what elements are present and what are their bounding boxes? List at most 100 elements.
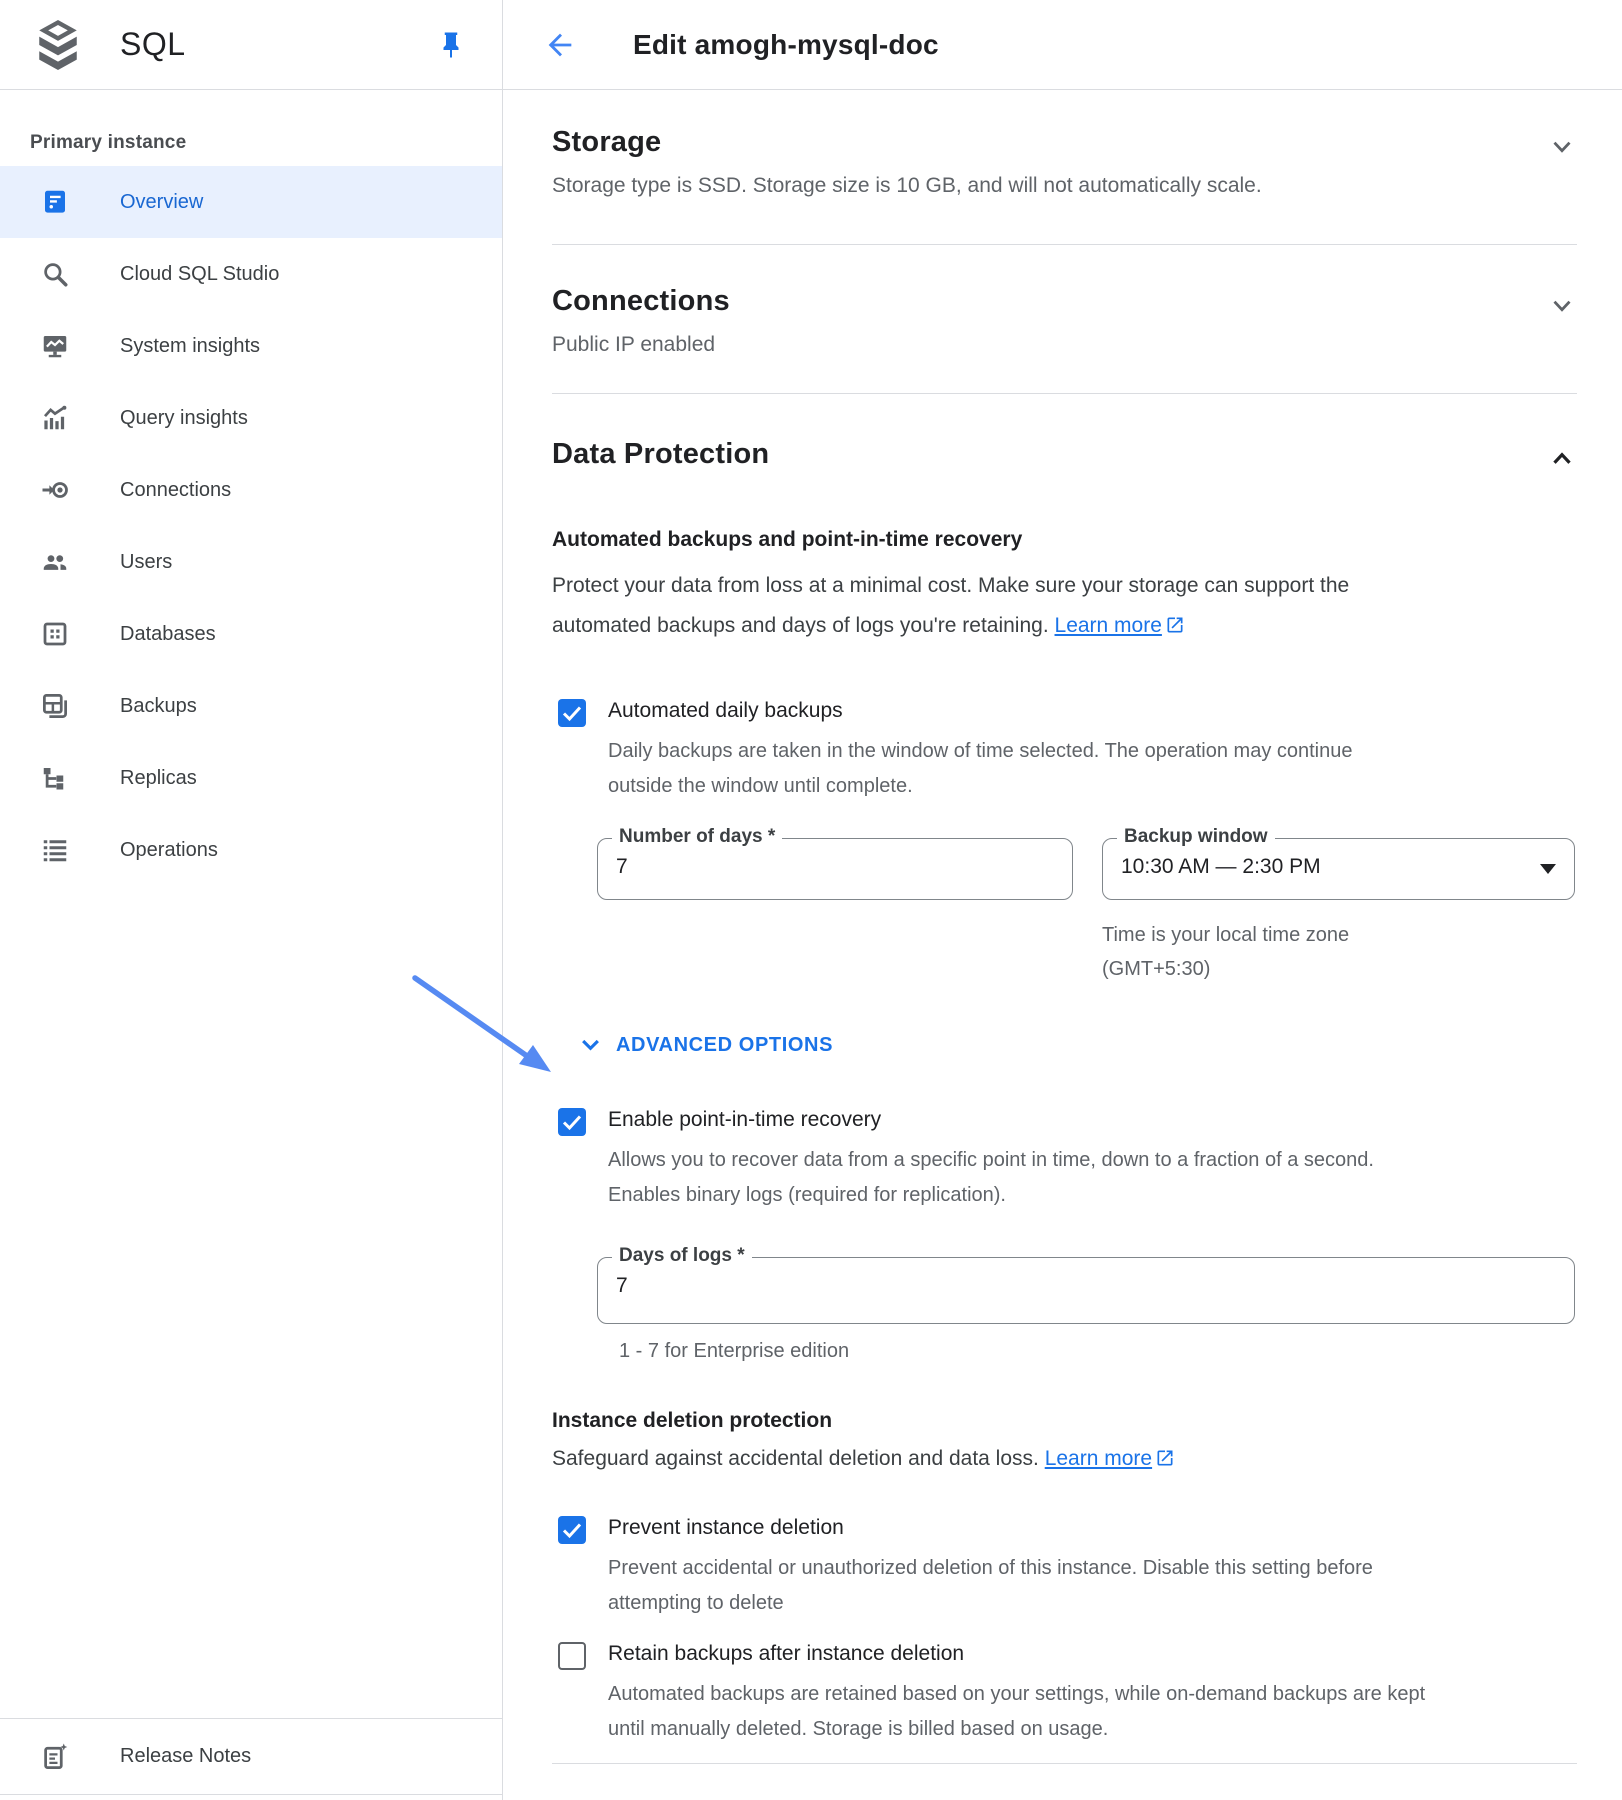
automated-backups-description: Protect your data from loss at a minimal… <box>552 566 1577 646</box>
prevent-instance-deletion-description: Prevent accidental or unauthorized delet… <box>608 1551 1373 1621</box>
page-title: Edit amogh-mysql-doc <box>633 29 939 61</box>
open-in-new-icon <box>1165 615 1185 635</box>
sidebar-item-label: Query insights <box>120 407 248 430</box>
operations-icon <box>40 835 70 865</box>
back-arrow-icon[interactable] <box>543 28 577 62</box>
open-in-new-icon <box>1155 1448 1175 1468</box>
checkmark-icon <box>558 1516 586 1544</box>
pin-icon[interactable] <box>436 30 466 60</box>
automated-backups-description-text: Protect your data from loss at a minimal… <box>552 574 1349 637</box>
automated-daily-backups-row: Automated daily backups Daily backups ar… <box>558 696 1577 804</box>
sidebar-item-operations[interactable]: Operations <box>0 814 502 886</box>
sidebar-item-overview[interactable]: Overview <box>0 166 502 238</box>
sidebar-item-label: Cloud SQL Studio <box>120 263 279 286</box>
connections-section-title: Connections <box>552 285 730 318</box>
backup-fields-row: Number of days * 7 Backup window 10:30 A… <box>597 838 1577 986</box>
days-of-logs-field[interactable]: Days of logs * 7 <box>597 1257 1575 1324</box>
main-panel: Edit amogh-mysql-doc Storage Storage typ… <box>503 0 1622 1800</box>
prevent-instance-deletion-label: Prevent instance deletion <box>608 1513 1373 1543</box>
advanced-options-label: ADVANCED OPTIONS <box>616 1034 833 1057</box>
point-in-time-recovery-checkbox[interactable] <box>558 1108 586 1136</box>
retain-backups-row: Retain backups after instance deletion A… <box>558 1639 1577 1747</box>
chevron-down-icon[interactable] <box>1547 132 1577 162</box>
query-insights-icon <box>40 403 70 433</box>
automated-daily-backups-label: Automated daily backups <box>608 696 1353 726</box>
learn-more-link[interactable]: Learn more <box>1045 1447 1152 1470</box>
chevron-up-icon[interactable] <box>1547 444 1577 474</box>
sidebar-item-backups[interactable]: Backups <box>0 670 502 742</box>
instance-deletion-protection-heading: Instance deletion protection <box>552 1409 1577 1433</box>
instance-deletion-protection-text: Safeguard against accidental deletion an… <box>552 1447 1039 1470</box>
sidebar-item-label: System insights <box>120 335 260 358</box>
sidebar-item-release-notes[interactable]: Release Notes <box>0 1718 502 1795</box>
sidebar-item-replicas[interactable]: Replicas <box>0 742 502 814</box>
point-in-time-recovery-label: Enable point-in-time recovery <box>608 1105 1374 1135</box>
users-icon <box>40 547 70 577</box>
prevent-instance-deletion-checkbox[interactable] <box>558 1516 586 1544</box>
sidebar-item-label: Databases <box>120 623 216 646</box>
section-storage: Storage Storage type is SSD. Storage siz… <box>552 90 1577 245</box>
point-in-time-recovery-row: Enable point-in-time recovery Allows you… <box>558 1105 1577 1213</box>
retain-backups-checkbox[interactable] <box>558 1642 586 1670</box>
sidebar-item-label: Overview <box>120 191 203 214</box>
backup-window-label: Backup window <box>1117 826 1275 848</box>
sidebar: SQL Primary instance Overview <box>0 0 503 1800</box>
backups-icon <box>40 691 70 721</box>
retain-backups-label: Retain backups after instance deletion <box>608 1639 1425 1669</box>
sidebar-header: SQL <box>0 0 502 90</box>
sidebar-nav: Overview Cloud SQL Studio System insight… <box>0 166 502 886</box>
backup-window-select[interactable]: Backup window 10:30 AM — 2:30 PM <box>1102 838 1575 900</box>
storage-section-title: Storage <box>552 126 661 159</box>
storage-summary: Storage type is SSD. Storage size is 10 … <box>552 174 1577 198</box>
sidebar-section-label: Primary instance <box>30 132 502 154</box>
sidebar-item-users[interactable]: Users <box>0 526 502 598</box>
overview-icon <box>40 187 70 217</box>
sidebar-item-query-insights[interactable]: Query insights <box>0 382 502 454</box>
sidebar-item-databases[interactable]: Databases <box>0 598 502 670</box>
page-header: Edit amogh-mysql-doc <box>503 0 1622 90</box>
automated-daily-backups-checkbox[interactable] <box>558 699 586 727</box>
point-in-time-recovery-description: Allows you to recover data from a specif… <box>608 1143 1374 1213</box>
dropdown-caret-icon <box>1540 864 1556 874</box>
databases-icon <box>40 619 70 649</box>
automated-daily-backups-description: Daily backups are taken in the window of… <box>608 734 1353 804</box>
chevron-down-icon[interactable] <box>1547 291 1577 321</box>
days-of-logs-helper: 1 - 7 for Enterprise edition <box>619 1340 1577 1363</box>
advanced-options-toggle[interactable]: ADVANCED OPTIONS <box>577 1032 1577 1059</box>
prevent-instance-deletion-row: Prevent instance deletion Prevent accide… <box>558 1513 1577 1621</box>
sidebar-item-label: Replicas <box>120 767 197 790</box>
sidebar-item-label: Users <box>120 551 172 574</box>
automated-backups-heading: Automated backups and point-in-time reco… <box>552 528 1577 552</box>
section-connections: Connections Public IP enabled <box>552 245 1577 394</box>
instance-deletion-protection-description: Safeguard against accidental deletion an… <box>552 1447 1577 1471</box>
sidebar-item-system-insights[interactable]: System insights <box>0 310 502 382</box>
backup-window-value: 10:30 AM — 2:30 PM <box>1121 855 1321 879</box>
checkmark-icon <box>558 1108 586 1136</box>
days-of-logs-label: Days of logs * <box>612 1245 752 1267</box>
learn-more-link[interactable]: Learn more <box>1055 614 1162 637</box>
search-icon <box>40 259 70 289</box>
edit-form: Storage Storage type is SSD. Storage siz… <box>503 90 1622 1764</box>
chevron-down-icon <box>577 1032 604 1059</box>
release-notes-icon <box>40 1742 70 1772</box>
data-protection-section-title: Data Protection <box>552 438 769 471</box>
number-of-days-label: Number of days * <box>612 826 782 848</box>
connections-icon <box>40 475 70 505</box>
sidebar-item-label: Release Notes <box>120 1745 251 1768</box>
checkmark-icon <box>558 699 586 727</box>
sidebar-item-connections[interactable]: Connections <box>0 454 502 526</box>
replicas-icon <box>40 763 70 793</box>
section-data-protection: Data Protection Automated backups and po… <box>552 394 1577 1764</box>
system-insights-icon <box>40 331 70 361</box>
number-of-days-field[interactable]: Number of days * 7 <box>597 838 1073 900</box>
timezone-note: Time is your local time zone (GMT+5:30) <box>1102 918 1575 986</box>
cloud-sql-edit-page: SQL Primary instance Overview <box>0 0 1622 1800</box>
sidebar-item-label: Connections <box>120 479 231 502</box>
sidebar-item-cloud-sql-studio[interactable]: Cloud SQL Studio <box>0 238 502 310</box>
sidebar-item-label: Operations <box>120 839 218 862</box>
connections-summary: Public IP enabled <box>552 333 1577 357</box>
sidebar-item-label: Backups <box>120 695 197 718</box>
retain-backups-description: Automated backups are retained based on … <box>608 1677 1425 1747</box>
cloud-sql-logo-icon <box>33 16 83 74</box>
product-name: SQL <box>120 26 186 63</box>
